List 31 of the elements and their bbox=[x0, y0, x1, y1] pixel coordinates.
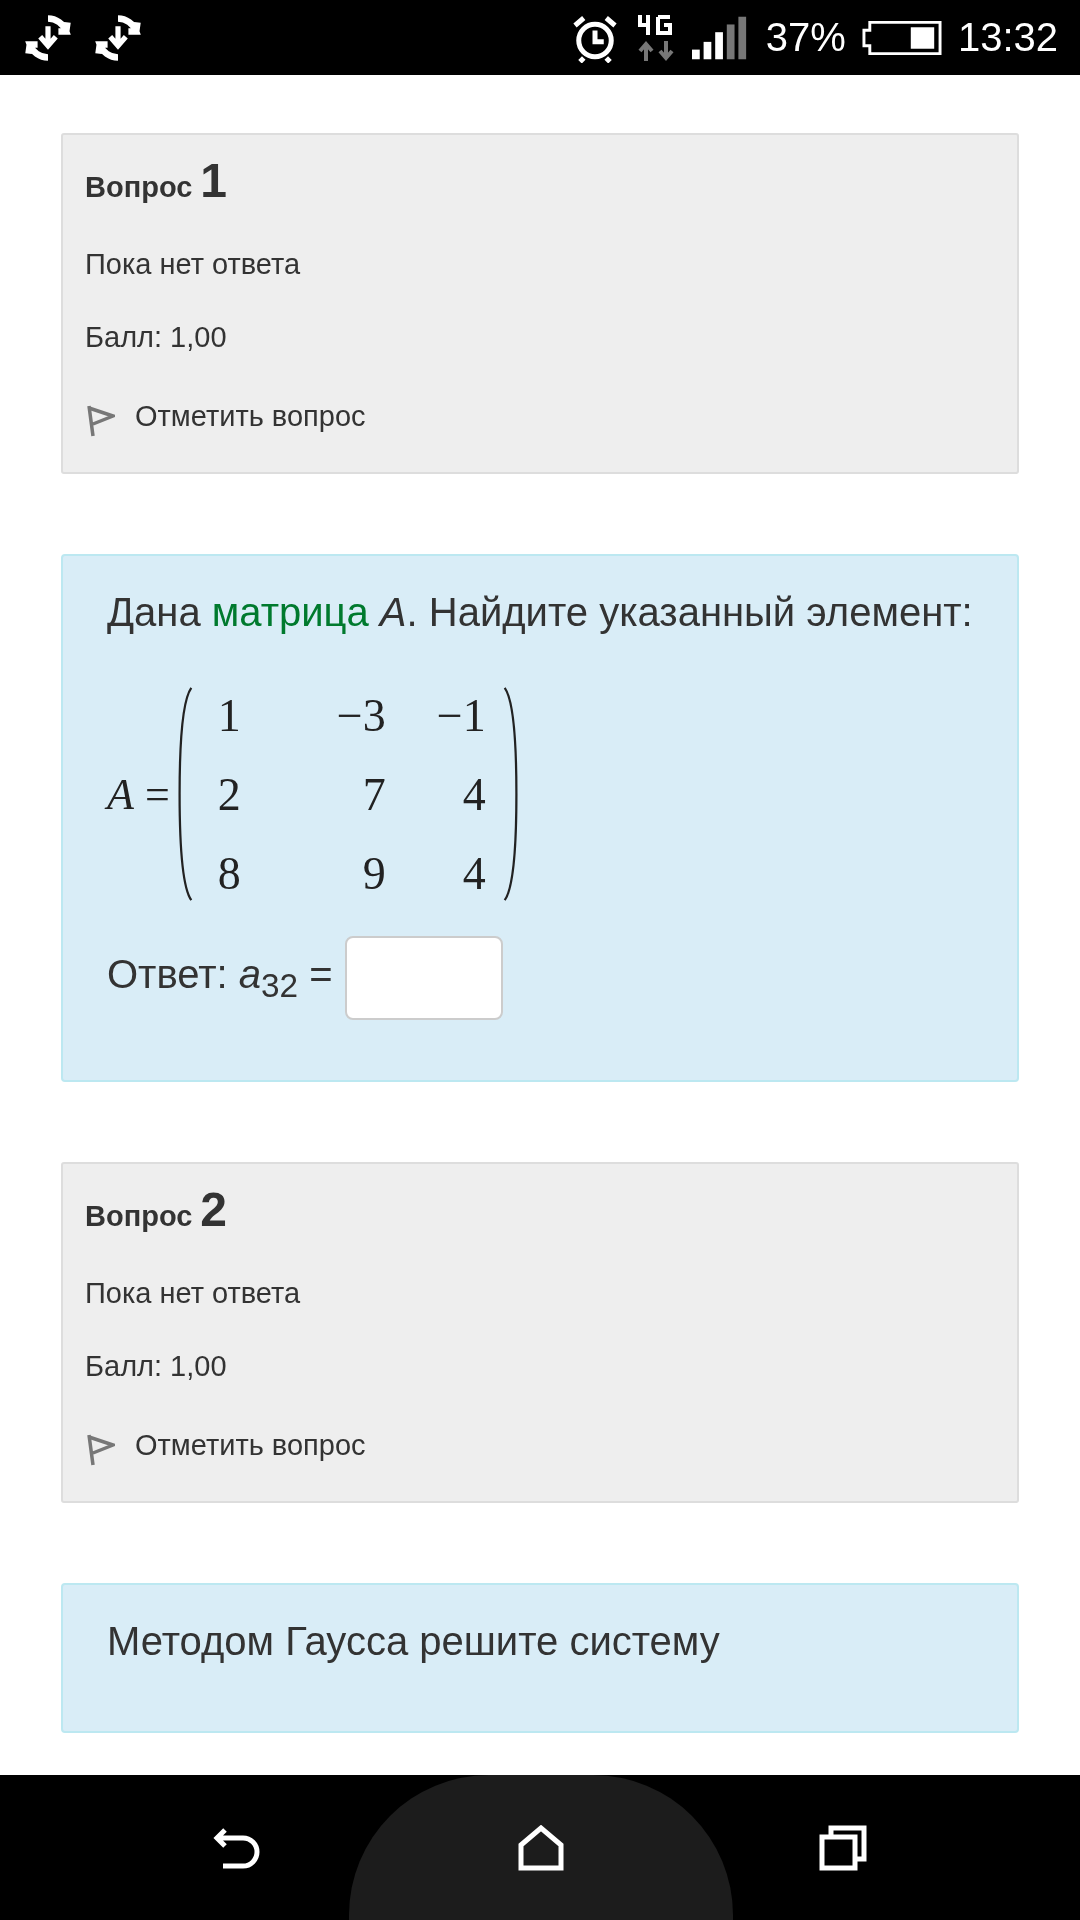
question-text: Дана матрица A. Найдите указанный элемент: bbox=[107, 589, 973, 636]
flag-question-link[interactable]: Отметить вопрос bbox=[85, 1423, 366, 1467]
battery-icon bbox=[861, 19, 942, 56]
answer-status: Пока нет ответа bbox=[85, 248, 302, 281]
matrix-entry: 9 bbox=[361, 846, 387, 900]
question-label: Вопрос bbox=[85, 171, 193, 204]
matrix-entry: 7 bbox=[361, 767, 387, 821]
question-text: Методом Гаусса решите систему bbox=[107, 1618, 721, 1665]
matrix-entry: −3 bbox=[335, 688, 387, 742]
flag-question-link[interactable]: Отметить вопрос bbox=[85, 394, 366, 438]
home-icon bbox=[517, 1824, 565, 1871]
clock: 13:32 bbox=[957, 15, 1058, 60]
question-number: 2 bbox=[200, 1182, 228, 1237]
question-number: 1 bbox=[200, 153, 228, 208]
recent-apps-icon[interactable] bbox=[819, 1824, 867, 1871]
grade-text: Балл: 1,00 bbox=[85, 321, 228, 354]
matrix-entry: 1 bbox=[216, 688, 242, 742]
flag-icon bbox=[85, 404, 115, 438]
matrix-entry: 2 bbox=[216, 767, 242, 821]
battery-percent: 37% bbox=[765, 15, 846, 60]
answer-status: Пока нет ответа bbox=[85, 1277, 302, 1310]
question-label: Вопрос bbox=[85, 1200, 193, 1233]
matrix-entry: 4 bbox=[461, 767, 487, 821]
link[interactable]: матрица bbox=[211, 590, 369, 634]
answer-field[interactable] bbox=[344, 936, 503, 1020]
grade-text: Балл: 1,00 bbox=[85, 1350, 228, 1383]
answer-label: Ответ: a$_{32}$ = bbox=[107, 951, 333, 1005]
matrix-entry: −1 bbox=[435, 688, 487, 742]
matrix-entry: 4 bbox=[461, 846, 487, 900]
flag-icon bbox=[85, 1433, 115, 1467]
matrix-entry: 8 bbox=[216, 846, 242, 900]
